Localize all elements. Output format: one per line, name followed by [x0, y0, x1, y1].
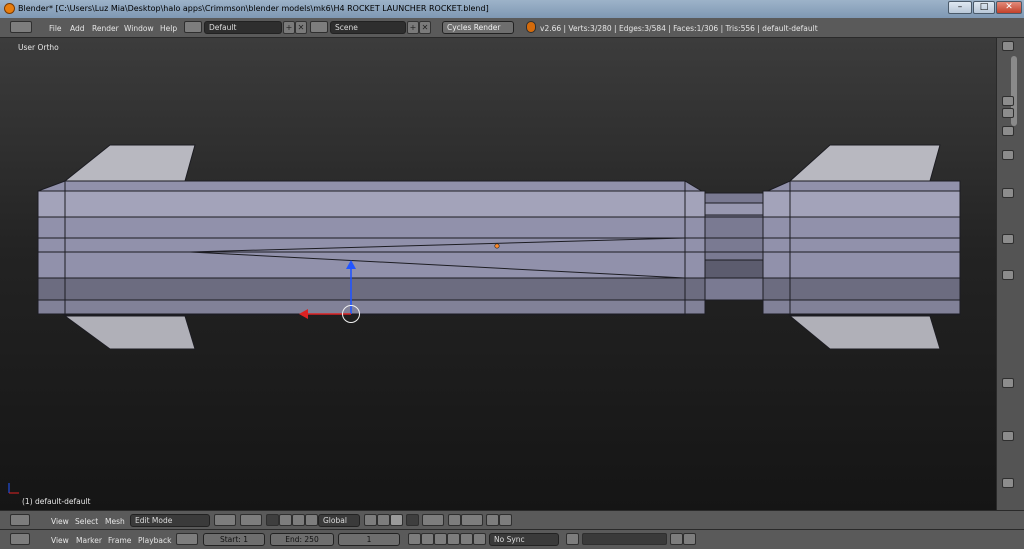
outliner-icon[interactable] [1002, 96, 1014, 106]
mode-select[interactable]: Edit Mode [130, 514, 210, 527]
proportional-editing-icon[interactable] [422, 514, 444, 526]
properties-tool-shelf [996, 38, 1024, 510]
viewport-canvas[interactable] [0, 38, 996, 510]
insert-keyframe-icon[interactable] [670, 533, 683, 545]
info-header: File Add Render Window Help Default + ✕ … [0, 18, 1024, 38]
menu-playback[interactable]: Playback [138, 536, 171, 545]
menu-mesh[interactable]: Mesh [105, 517, 125, 526]
render-engine-select[interactable]: Cycles Render [442, 21, 514, 34]
render-icon[interactable] [486, 514, 499, 526]
blender-version-icon [526, 21, 536, 33]
remove-screen-button[interactable]: ✕ [295, 21, 307, 34]
menu-file[interactable]: File [49, 24, 62, 33]
rear-body-lower-band [37, 277, 706, 301]
screen-layout-field[interactable]: Default [204, 21, 282, 34]
keying-set-field[interactable] [582, 533, 667, 545]
play-icon[interactable] [447, 533, 460, 545]
scene-stats: v2.66 | Verts:3/280 | Edges:3/584 | Face… [540, 24, 818, 33]
translate-manipulator-icon[interactable] [279, 514, 292, 526]
object-label: (1) default-default [22, 497, 91, 506]
world-icon[interactable] [1002, 150, 1014, 160]
outliner-filter-icon[interactable] [1002, 108, 1014, 118]
snap-icon[interactable] [448, 514, 461, 526]
object-properties-icon[interactable] [1002, 188, 1014, 198]
scene-field[interactable]: Scene [330, 21, 406, 34]
render-camera-icon[interactable] [1002, 126, 1014, 136]
menu-window[interactable]: Window [124, 24, 154, 33]
scale-manipulator-icon[interactable] [305, 514, 318, 526]
add-screen-button[interactable]: + [283, 21, 295, 34]
manipulator-toggle-icon[interactable] [266, 514, 279, 526]
add-scene-button[interactable]: + [407, 21, 419, 34]
delete-keyframe-icon[interactable] [683, 533, 696, 545]
timeline-header: View Marker Frame Playback Start: 1 End:… [0, 529, 1024, 549]
menu-select[interactable]: Select [75, 517, 98, 526]
editor-type-icon[interactable] [10, 514, 30, 526]
jump-start-icon[interactable] [408, 533, 421, 545]
rear-bottom-fin [63, 315, 196, 350]
constraint-icon[interactable] [1002, 270, 1014, 280]
front-top-fin [788, 144, 941, 182]
3d-viewport[interactable]: User Ortho (1) default-default [0, 38, 996, 510]
limit-selection-icon[interactable] [406, 514, 419, 526]
window-titlebar: Blender* [C:\Users\Luz Mia\Desktop\halo … [0, 0, 1024, 18]
menu-frame[interactable]: Frame [108, 536, 131, 545]
texture-icon[interactable] [1002, 378, 1014, 388]
rotate-manipulator-icon[interactable] [292, 514, 305, 526]
menu-render[interactable]: Render [92, 24, 119, 33]
front-body-upper-band [762, 190, 961, 218]
front-body-lower-band [762, 277, 961, 301]
render-animation-icon[interactable] [499, 514, 512, 526]
front-body-bottom-band [762, 299, 961, 315]
screen-layout-icon[interactable] [184, 21, 202, 33]
sync-select[interactable]: No Sync [489, 533, 559, 546]
selected-vertex [494, 243, 500, 249]
play-reverse-icon[interactable] [434, 533, 447, 545]
menu-add[interactable]: Add [70, 24, 85, 33]
neck-upper-band [704, 202, 764, 216]
face-select-icon[interactable] [390, 514, 403, 526]
edge-select-icon[interactable] [377, 514, 390, 526]
neck-lower-band [704, 259, 764, 279]
editor-type-icon[interactable] [10, 533, 30, 545]
scene-icon[interactable] [310, 21, 328, 33]
menu-help[interactable]: Help [160, 24, 177, 33]
rear-body-bottom-band [37, 299, 706, 315]
front-bottom-fin [788, 315, 941, 350]
minimize-button[interactable]: – [948, 1, 972, 14]
menu-marker[interactable]: Marker [76, 536, 102, 545]
maximize-button[interactable]: □ [973, 1, 995, 14]
material-icon[interactable] [1002, 431, 1014, 441]
3d-view-header: View Select Mesh Edit Mode Global [0, 510, 1024, 529]
jump-keyframe-back-icon[interactable] [421, 533, 434, 545]
current-frame-field[interactable]: 1 [338, 533, 400, 546]
end-frame-field[interactable]: End: 250 [270, 533, 334, 546]
jump-keyframe-forward-icon[interactable] [460, 533, 473, 545]
blender-logo-icon [4, 3, 15, 14]
start-frame-field[interactable]: Start: 1 [203, 533, 265, 546]
vertex-select-icon[interactable] [364, 514, 377, 526]
editor-type-icon[interactable] [10, 21, 32, 33]
modifier-icon[interactable] [1002, 234, 1014, 244]
close-button[interactable]: ✕ [996, 1, 1022, 14]
rear-body-upper-band [37, 190, 706, 218]
panel-icon[interactable] [1002, 478, 1014, 488]
pivot-point-icon[interactable] [240, 514, 262, 526]
window-title: Blender* [C:\Users\Luz Mia\Desktop\halo … [18, 4, 489, 13]
transform-orientation-select[interactable]: Global [318, 514, 360, 527]
shelf-toggle-icon[interactable] [1002, 41, 1014, 51]
menu-view[interactable]: View [51, 536, 69, 545]
remove-scene-button[interactable]: ✕ [419, 21, 431, 34]
record-icon[interactable] [566, 533, 579, 545]
preview-range-icon[interactable] [176, 533, 198, 545]
menu-view[interactable]: View [51, 517, 69, 526]
snap-element-icon[interactable] [461, 514, 483, 526]
viewport-shading-icon[interactable] [214, 514, 236, 526]
jump-end-icon[interactable] [473, 533, 486, 545]
rear-top-fin [63, 144, 196, 182]
